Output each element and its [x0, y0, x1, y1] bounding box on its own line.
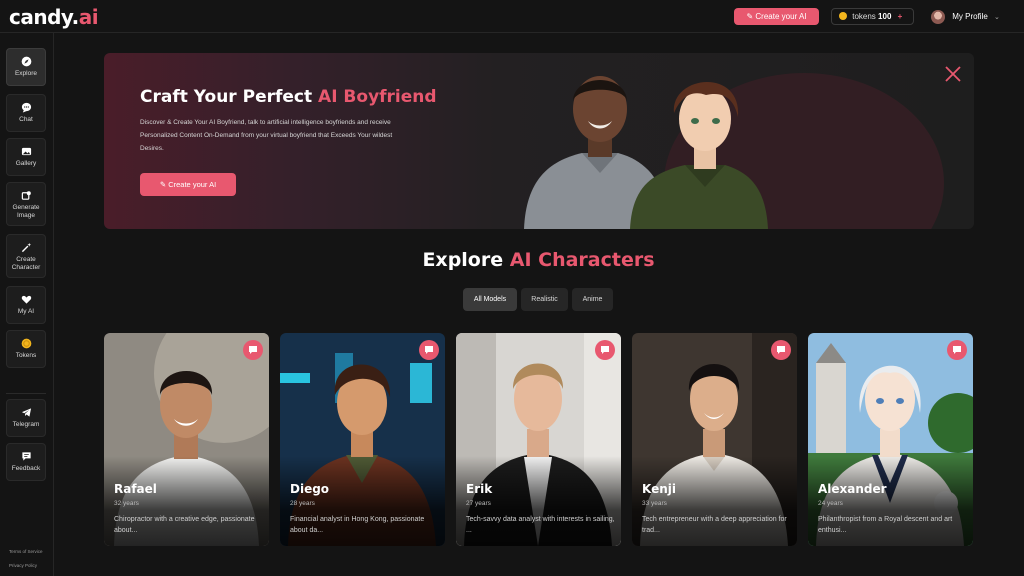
sidebar-item-feedback[interactable]: Feedback — [6, 443, 46, 481]
chat-bubble-icon — [21, 102, 31, 113]
section-title-accent: AI Characters — [509, 249, 655, 271]
chevron-down-icon: ⌄ — [994, 14, 1000, 21]
hero-illustration — [524, 76, 768, 229]
sidebar-item-label: Gallery — [15, 160, 37, 167]
chat-bubble-icon — [425, 346, 433, 354]
character-age: 24 years — [818, 500, 843, 507]
chat-bubble-icon — [601, 346, 609, 354]
filter-all-models[interactable]: All Models — [463, 288, 517, 311]
heart-icon — [21, 295, 31, 304]
character-card-kenji[interactable]: Kenji 33 years Tech entrepreneur with a … — [632, 333, 797, 546]
telegram-icon — [21, 408, 31, 417]
character-name: Kenji — [642, 482, 676, 496]
terms-link[interactable]: Terms of Service — [9, 549, 43, 554]
character-name: Erik — [466, 482, 493, 496]
tokens-value: 100 — [878, 12, 892, 21]
coin-icon — [21, 338, 31, 349]
hero-create-ai-label: Create your AI — [168, 180, 217, 189]
tokens-balance[interactable]: tokens 100 + — [831, 8, 914, 25]
hero-description: Discover & Create Your AI Boyfriend, tal… — [140, 119, 393, 152]
sidebar-item-label: Chat — [19, 116, 33, 123]
character-age: 32 years — [114, 500, 139, 507]
compass-icon — [21, 56, 31, 67]
logo-main: candy. — [9, 5, 79, 29]
sidebar-item-label: Feedback — [11, 465, 41, 472]
sidebar-item-label: Tokens — [15, 352, 37, 359]
top-bar: candy.ai ✎ Create your AI tokens 100 + M… — [0, 0, 1024, 33]
tokens-label: tokens — [852, 12, 876, 21]
sidebar-item-explore[interactable]: Explore — [6, 48, 46, 86]
character-name: Alexander — [818, 482, 887, 496]
character-bio: Chiropractor with a creative edge, passi… — [114, 516, 255, 534]
section-title: Explore AI Characters — [0, 249, 1024, 271]
character-bio: Philanthropist from a Royal descent and … — [818, 516, 953, 534]
chat-bubble-icon — [953, 346, 961, 354]
character-card-diego[interactable]: Diego 28 years Financial analyst in Hong… — [280, 333, 445, 546]
character-bio: Tech-savvy data analyst with interests i… — [466, 516, 615, 534]
card-chat-button[interactable] — [243, 340, 263, 360]
sidebar-divider — [6, 393, 46, 394]
character-name: Rafael — [114, 482, 157, 496]
filter-realistic[interactable]: Realistic — [521, 288, 568, 311]
profile-label: My Profile — [952, 12, 988, 21]
card-chat-button[interactable] — [771, 340, 791, 360]
character-name: Diego — [290, 482, 330, 496]
create-ai-top-button[interactable]: ✎ Create your AI — [734, 8, 819, 25]
sidebar-item-label: My AI — [17, 308, 35, 315]
profile-menu[interactable]: My Profile ⌄ — [931, 8, 1000, 25]
character-card-erik[interactable]: Erik 27 years Tech-savvy data analyst wi… — [456, 333, 621, 546]
privacy-link[interactable]: Privacy Policy — [9, 563, 37, 568]
character-card-rafael[interactable]: Rafael 32 years Chiropractor with a crea… — [104, 333, 269, 546]
sidebar-item-my-ai[interactable]: My AI — [6, 286, 46, 324]
magic-wand-icon: ✎ — [746, 12, 754, 21]
magic-wand-icon: ✎ — [159, 180, 167, 189]
sidebar-item-label: Generate Image — [12, 204, 40, 219]
character-age: 33 years — [642, 500, 667, 507]
filter-anime[interactable]: Anime — [572, 288, 613, 311]
character-age: 28 years — [290, 500, 315, 507]
logo-accent: ai — [78, 5, 99, 29]
hero-banner: Craft Your Perfect AI Boyfriend Discover… — [104, 53, 974, 229]
hero-title-accent: AI Boyfriend — [318, 87, 437, 107]
hero-title-main: Craft Your Perfect — [140, 87, 319, 107]
sidebar-item-telegram[interactable]: Telegram — [6, 399, 46, 437]
sidebar-item-gallery[interactable]: Gallery — [6, 138, 46, 176]
sidebar-item-generate-image[interactable]: Generate Image — [6, 182, 46, 226]
add-tokens-icon[interactable]: + — [898, 12, 903, 21]
image-generate-icon — [21, 191, 31, 200]
sidebar-item-tokens[interactable]: Tokens — [6, 330, 46, 368]
section-title-main: Explore — [422, 249, 510, 271]
hero-title: Craft Your Perfect AI Boyfriend — [140, 87, 437, 107]
card-chat-button[interactable] — [419, 340, 439, 360]
gallery-icon — [21, 147, 31, 156]
hero-create-ai-button[interactable]: ✎ Create your AI — [140, 173, 236, 196]
sidebar-item-label: Telegram — [12, 421, 40, 428]
chat-bubble-icon — [249, 346, 257, 354]
character-bio: Tech entrepreneur with a deep appreciati… — [642, 516, 787, 534]
close-icon[interactable] — [944, 65, 962, 83]
card-chat-button[interactable] — [947, 340, 967, 360]
character-card-alexander[interactable]: Alexander 24 years Philanthropist from a… — [808, 333, 973, 546]
sidebar-item-label: Explore — [14, 70, 38, 77]
avatar — [931, 9, 945, 24]
logo[interactable]: candy.ai — [9, 5, 99, 29]
feedback-icon — [21, 452, 31, 461]
character-bio: Financial analyst in Hong Kong, passiona… — [290, 516, 425, 534]
sidebar: Explore Chat Gallery Generate Image Crea… — [0, 33, 54, 576]
sidebar-item-chat[interactable]: Chat — [6, 94, 46, 132]
coin-icon — [839, 12, 847, 20]
create-ai-top-label: Create your AI — [755, 12, 807, 21]
chat-bubble-icon — [777, 346, 785, 354]
character-age: 27 years — [466, 500, 491, 507]
card-chat-button[interactable] — [595, 340, 615, 360]
